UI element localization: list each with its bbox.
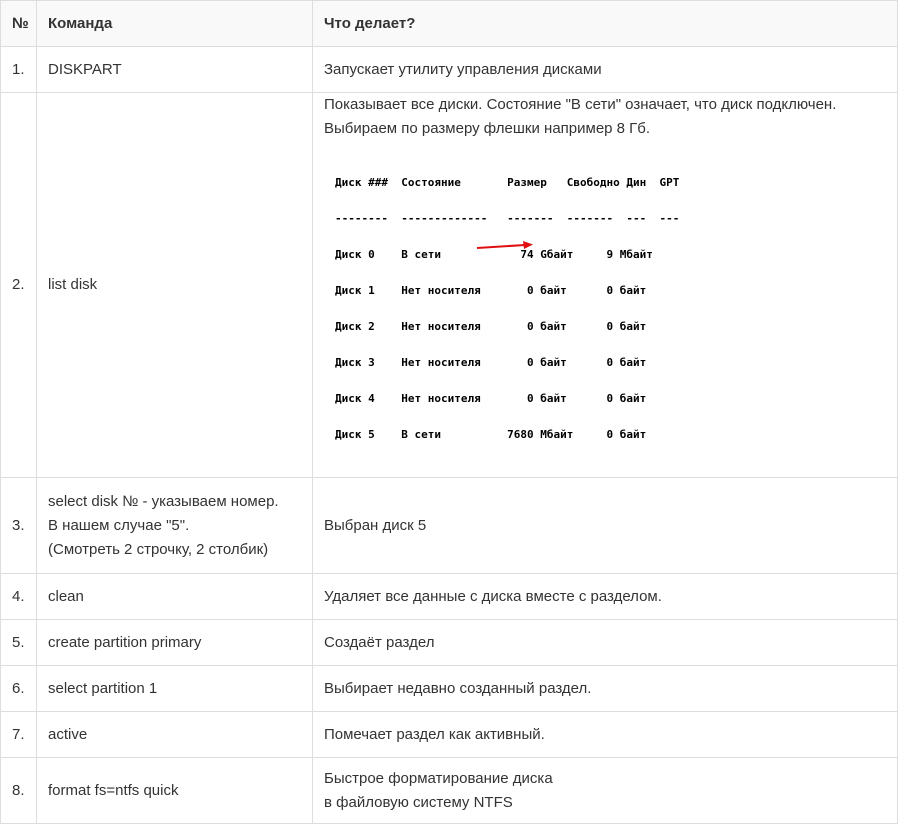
row-command: active bbox=[36, 711, 313, 758]
header-command: Команда bbox=[36, 0, 313, 47]
description-line: Показывает все диски. Состояние "В сети"… bbox=[324, 96, 837, 113]
table-row: 1. DISKPART Запускает утилиту управления… bbox=[0, 46, 898, 93]
row-num: 2. bbox=[0, 92, 37, 478]
row-command: create partition primary bbox=[36, 619, 313, 666]
row-command: list disk bbox=[36, 92, 313, 478]
table-row: 2. list disk Показывает все диски. Состо… bbox=[0, 92, 898, 478]
red-arrow-icon bbox=[476, 241, 533, 249]
row-description: Быстрое форматирование диска в файловую … bbox=[312, 757, 898, 824]
row-num: 8. bbox=[0, 757, 37, 824]
row-command: DISKPART bbox=[36, 46, 313, 93]
console-line: Диск 1 Нет носителя 0 байт 0 байт bbox=[335, 284, 647, 297]
header-num: № bbox=[0, 0, 37, 47]
console-line: Диск 3 Нет носителя 0 байт 0 байт bbox=[335, 356, 647, 369]
row-description: Помечает раздел как активный. bbox=[312, 711, 898, 758]
console-line: Диск 5 В сети 7680 Мбайт 0 байт bbox=[335, 428, 647, 441]
row-command: select disk № - указываем номер. В нашем… bbox=[36, 477, 313, 574]
row-description: Создаёт раздел bbox=[312, 619, 898, 666]
table-row: 7. active Помечает раздел как активный. bbox=[0, 711, 898, 758]
command-line: В нашем случае "5". bbox=[48, 516, 190, 534]
row-description: Выбран диск 5 bbox=[312, 477, 898, 574]
table-row: 8. format fs=ntfs quick Быстрое форматир… bbox=[0, 757, 898, 824]
console-line: Диск 4 Нет носителя 0 байт 0 байт bbox=[335, 392, 647, 405]
commands-table: № Команда Что делает? 1. DISKPART Запуск… bbox=[0, 0, 898, 824]
row-num: 5. bbox=[0, 619, 37, 666]
table-row: 5. create partition primary Создаёт разд… bbox=[0, 619, 898, 666]
console-line: Диск 0 В сети 74 Gбайт 9 Мбайт bbox=[335, 248, 653, 261]
description-line: Выбираем по размеру флешки например 8 Гб… bbox=[324, 120, 651, 137]
row-description: Показывает все диски. Состояние "В сети"… bbox=[312, 92, 898, 478]
row-command: clean bbox=[36, 573, 313, 620]
console-line: -------- ------------- ------- ------- -… bbox=[335, 212, 680, 225]
header-description: Что делает? bbox=[312, 0, 898, 47]
row-command: format fs=ntfs quick bbox=[36, 757, 313, 824]
table-row: 3. select disk № - указываем номер. В на… bbox=[0, 477, 898, 574]
table-row: 6. select partition 1 Выбирает недавно с… bbox=[0, 665, 898, 712]
row-num: 1. bbox=[0, 46, 37, 93]
command-line: (Смотреть 2 строчку, 2 столбик) bbox=[48, 540, 269, 558]
row-command: select partition 1 bbox=[36, 665, 313, 712]
description-line: в файловую систему NTFS bbox=[324, 793, 513, 811]
row-num: 7. bbox=[0, 711, 37, 758]
row-num: 3. bbox=[0, 477, 37, 574]
row-num: 4. bbox=[0, 573, 37, 620]
table-row: 4. clean Удаляет все данные с диска вмес… bbox=[0, 573, 898, 620]
command-line: select disk № - указываем номер. bbox=[48, 492, 279, 510]
table-header-row: № Команда Что делает? bbox=[0, 0, 898, 47]
console-line: Диск 2 Нет носителя 0 байт 0 байт bbox=[335, 320, 647, 333]
console-line: Диск ### Состояние Размер Свободно Дин G… bbox=[335, 176, 680, 189]
description-line: Быстрое форматирование диска bbox=[324, 769, 553, 787]
console-screenshot: Диск ### Состояние Размер Свободно Дин G… bbox=[335, 153, 886, 477]
row-description: Запускает утилиту управления дисками bbox=[312, 46, 898, 93]
row-description: Удаляет все данные с диска вместе с разд… bbox=[312, 573, 898, 620]
row-description: Выбирает недавно созданный раздел. bbox=[312, 665, 898, 712]
row-num: 6. bbox=[0, 665, 37, 712]
